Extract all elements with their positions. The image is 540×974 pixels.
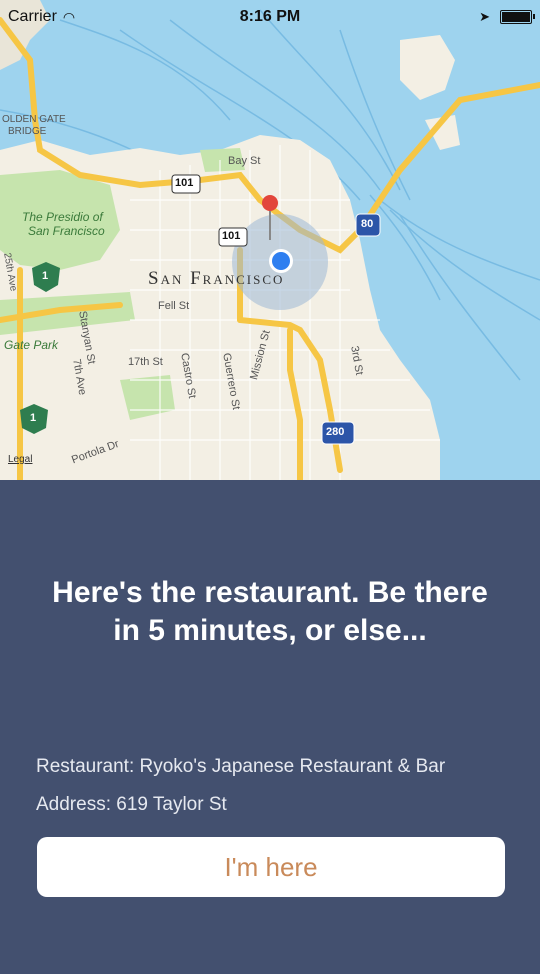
- 17th-st-label: 17th St: [128, 356, 163, 368]
- city-label: San Francisco: [148, 268, 285, 289]
- map-view[interactable]: 101 101 80 280 1 1 San Francisco OLDEN G…: [0, 0, 540, 480]
- status-time: 8:16 PM: [239, 8, 301, 25]
- im-here-button[interactable]: I'm here: [37, 837, 505, 897]
- bridge-label-1: OLDEN GATE: [2, 114, 66, 125]
- presidio-label-1: The Presidio of: [22, 210, 103, 224]
- route-1-shield-1: 1: [42, 270, 49, 282]
- bridge-label-2: BRIDGE: [8, 126, 47, 137]
- route-101-shield-2: 101: [222, 230, 241, 242]
- legal-link[interactable]: Legal: [8, 454, 32, 465]
- presidio-label-2: San Francisco: [28, 224, 105, 238]
- headline: Here's the restaurant. Be there in 5 min…: [52, 576, 488, 647]
- status-bar: Carrier ◠ 8:16 PM ➤: [0, 0, 540, 34]
- gate-park-label: Gate Park: [4, 338, 59, 352]
- route-101-shield-1: 101: [175, 177, 194, 189]
- route-280-shield: 280: [326, 426, 345, 438]
- restaurant-name: Restaurant: Ryoko's Japanese Restaurant …: [36, 756, 446, 777]
- battery-icon: [500, 10, 535, 24]
- route-1-shield-2: 1: [30, 412, 37, 424]
- map-graphic: [0, 0, 540, 480]
- fell-st-label: Fell St: [158, 300, 190, 312]
- info-panel: Here's the restaurant. Be there in 5 min…: [0, 480, 540, 974]
- restaurant-address: Address: 619 Taylor St: [36, 794, 227, 815]
- route-80-shield: 80: [361, 218, 374, 230]
- bay-st-label: Bay St: [228, 155, 261, 167]
